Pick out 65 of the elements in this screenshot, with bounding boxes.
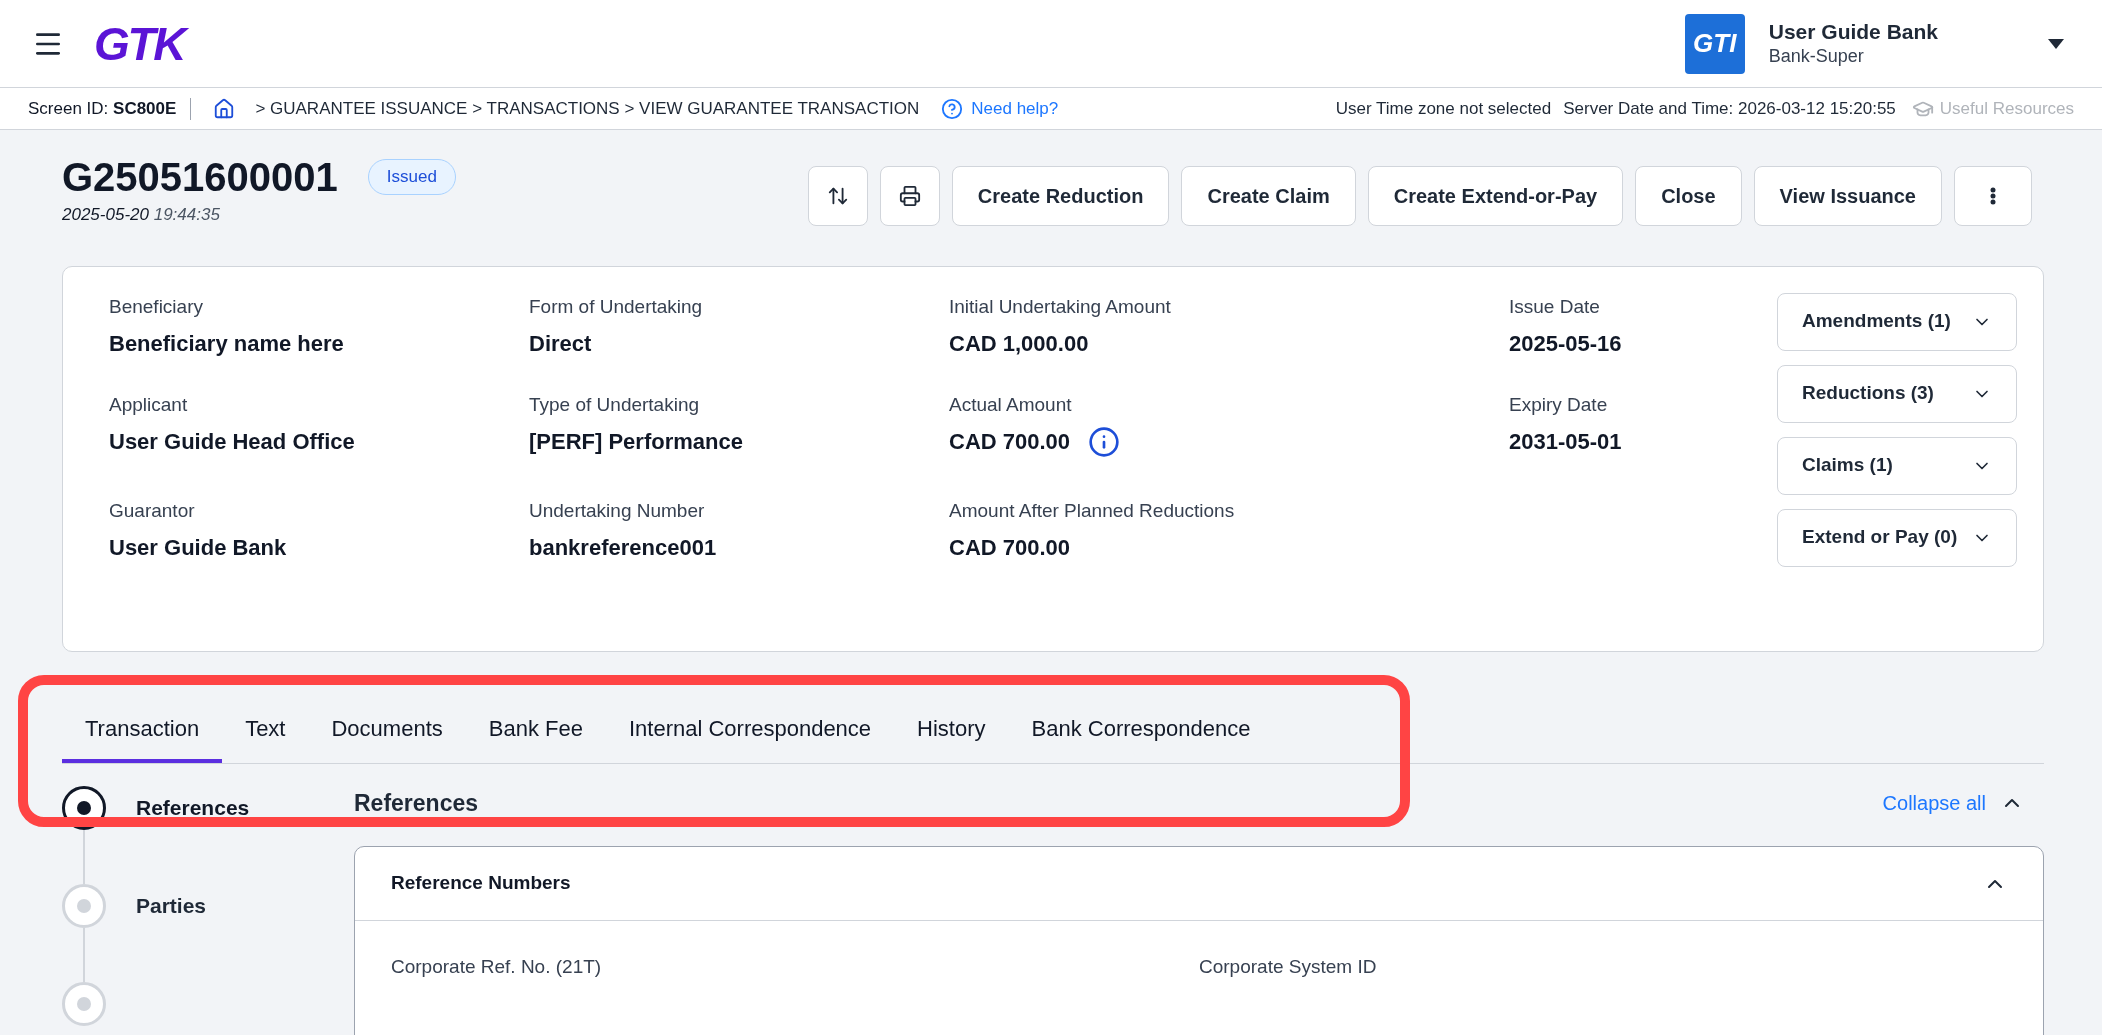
tab[interactable]: History [894, 703, 1009, 763]
info-icon[interactable] [1088, 425, 1121, 458]
timezone-status: User Time zone not selected [1335, 97, 1552, 120]
help-link[interactable]: Need help? [971, 95, 1059, 122]
tab[interactable]: Internal Correspondence [605, 703, 895, 763]
field-value: CAD 700.00 [949, 428, 1071, 456]
breadcrumb-path: > GUARANTEE ISSUANCE > TRANSACTIONS > VIEW GUARANTEE TRANSACTION [255, 97, 920, 120]
help-icon[interactable] [941, 97, 964, 120]
panel-title: Reference Numbers [391, 871, 571, 896]
field-value: [PERF] Performance [529, 428, 743, 456]
dropdown-button[interactable]: Claims (1) [1777, 436, 2017, 495]
field-label: Corporate Ref. No. (21T) [391, 955, 603, 979]
tab[interactable]: Transaction [62, 703, 223, 763]
user-role: Bank-Super [1768, 45, 1865, 68]
collapse-all-link[interactable]: Collapse all [1882, 787, 1986, 818]
field-value: CAD 1,000.00 [949, 330, 1089, 358]
field-label: Applicant [109, 392, 189, 417]
transaction-date-time: 2025-05-20 19:44:35 [62, 204, 221, 226]
more-icon [1990, 187, 1996, 205]
field-value: User Guide Head Office [109, 428, 355, 456]
dropdown-button[interactable]: Amendments (1) [1777, 292, 2017, 351]
field-label: Type of Undertaking [529, 392, 701, 417]
server-date-time: Server Date and Time: 2026-03-12 15:20:55 [1563, 97, 1896, 120]
printer-icon [898, 185, 921, 207]
action-button[interactable]: View Issuance [1753, 166, 1942, 226]
status-badge: Issued [367, 159, 456, 195]
action-button[interactable]: Create Extend-or-Pay [1367, 166, 1624, 226]
dropdown-caret-icon[interactable] [2048, 38, 2064, 49]
home-icon[interactable] [213, 97, 236, 120]
action-button[interactable]: Create Claim [1181, 166, 1356, 226]
print-button[interactable] [879, 166, 940, 226]
field-value: CAD 700.00 [949, 534, 1071, 562]
action-button[interactable]: Create Reduction [951, 166, 1170, 226]
field-label: Amount After Planned Reductions [949, 498, 1236, 523]
step-label[interactable]: Parties [136, 889, 207, 921]
tab[interactable]: Documents [308, 703, 466, 763]
tab[interactable]: Text [222, 703, 309, 763]
field-value: 2031-05-01 [1509, 428, 1622, 456]
organization-logo: GTI [1684, 13, 1745, 74]
tab[interactable]: Bank Correspondence [1008, 703, 1274, 763]
step-label[interactable]: References [136, 791, 250, 823]
field-label: Issue Date [1509, 294, 1601, 319]
field-label: Actual Amount [949, 392, 1073, 417]
organization-name: User Guide Bank [1768, 19, 1938, 46]
action-button[interactable]: Close [1635, 166, 1742, 226]
field-value: 2025-05-16 [1509, 330, 1622, 358]
field-label: Undertaking Number [529, 498, 706, 523]
field-value: bankreference001 [529, 534, 717, 562]
field-value: Direct [529, 330, 592, 358]
dropdown-button[interactable]: Reductions (3) [1777, 364, 2017, 423]
field-label: Guarantor [109, 498, 196, 523]
field-value: User Guide Bank [109, 534, 287, 562]
transaction-id: G25051600001 [62, 154, 338, 201]
field-label: Corporate System ID [1199, 955, 1378, 979]
section-title: References [354, 788, 479, 818]
dropdown-button[interactable]: Extend or Pay (0) [1777, 508, 2017, 567]
screen-id: Screen ID: SC800E [28, 97, 177, 120]
field-value: Beneficiary name here [109, 330, 344, 358]
sort-button[interactable] [807, 166, 868, 226]
field-label: Form of Undertaking [529, 294, 704, 319]
field-label: Initial Undertaking Amount [949, 294, 1172, 319]
field-label: Beneficiary [109, 294, 204, 319]
tab[interactable]: Bank Fee [465, 703, 606, 763]
sort-icon [826, 185, 849, 207]
field-label: Expiry Date [1509, 392, 1609, 417]
